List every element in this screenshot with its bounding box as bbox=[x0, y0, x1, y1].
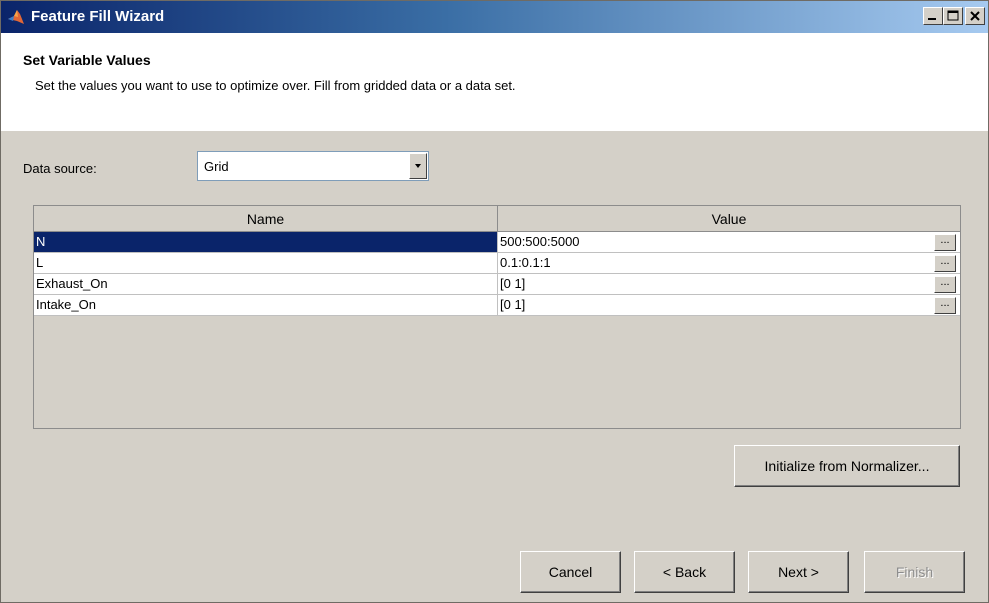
close-icon bbox=[970, 11, 980, 21]
title-bar[interactable]: Feature Fill Wizard bbox=[1, 1, 988, 33]
column-header-value[interactable]: Value bbox=[498, 206, 960, 232]
table-row[interactable]: L 0.1:0.1:1 ... bbox=[34, 253, 960, 274]
next-button[interactable]: Next > bbox=[748, 551, 849, 593]
matlab-icon bbox=[8, 10, 24, 24]
variable-value-cell[interactable]: 500:500:5000 ... bbox=[498, 232, 960, 253]
variable-name-cell[interactable]: Exhaust_On bbox=[34, 274, 498, 295]
variable-name-cell[interactable]: N bbox=[34, 232, 498, 253]
cancel-button-label: Cancel bbox=[548, 564, 593, 580]
finish-button-label: Finish bbox=[895, 564, 934, 580]
dropdown-button[interactable] bbox=[409, 153, 427, 179]
maximize-button[interactable] bbox=[943, 7, 963, 25]
chevron-down-icon bbox=[415, 164, 421, 168]
variable-name-cell[interactable]: L bbox=[34, 253, 498, 274]
finish-button[interactable]: Finish bbox=[864, 551, 965, 593]
cancel-button[interactable]: Cancel bbox=[520, 551, 621, 593]
minimize-button[interactable] bbox=[923, 7, 943, 25]
table-row[interactable]: N 500:500:5000 ... bbox=[34, 232, 960, 253]
table-row[interactable]: Exhaust_On [0 1] ... bbox=[34, 274, 960, 295]
step-title: Set Variable Values bbox=[23, 52, 151, 68]
variable-value-cell[interactable]: [0 1] ... bbox=[498, 274, 960, 295]
variable-value-text: [0 1] bbox=[500, 297, 526, 312]
initialize-from-normalizer-button[interactable]: Initialize from Normalizer... bbox=[734, 445, 960, 487]
variable-value-text: 500:500:5000 bbox=[500, 234, 580, 249]
back-button-label: < Back bbox=[662, 564, 707, 580]
maximize-icon bbox=[947, 10, 959, 21]
initialize-button-label: Initialize from Normalizer... bbox=[764, 458, 930, 474]
edit-value-button[interactable]: ... bbox=[934, 276, 956, 293]
feature-fill-wizard-window: Feature Fill Wizard Set Variable Values … bbox=[0, 0, 989, 603]
minimize-icon bbox=[928, 18, 936, 20]
table-row[interactable]: Intake_On [0 1] ... bbox=[34, 295, 960, 316]
variable-values-table: Name Value N 500:500:5000 ... L 0.1:0.1:… bbox=[33, 205, 961, 429]
edit-value-button[interactable]: ... bbox=[934, 255, 956, 272]
next-button-label: Next > bbox=[778, 564, 819, 580]
window-title: Feature Fill Wizard bbox=[31, 8, 165, 25]
edit-value-button[interactable]: ... bbox=[934, 297, 956, 314]
variable-value-cell[interactable]: [0 1] ... bbox=[498, 295, 960, 316]
close-button[interactable] bbox=[965, 7, 985, 25]
variable-value-cell[interactable]: 0.1:0.1:1 ... bbox=[498, 253, 960, 274]
header-divider bbox=[1, 129, 988, 131]
back-button[interactable]: < Back bbox=[634, 551, 735, 593]
data-source-dropdown[interactable]: Grid bbox=[197, 151, 429, 181]
step-description: Set the values you want to use to optimi… bbox=[35, 78, 516, 93]
data-source-selected: Grid bbox=[204, 159, 229, 174]
column-header-name[interactable]: Name bbox=[34, 206, 498, 232]
data-source-label: Data source: bbox=[23, 161, 97, 176]
variable-value-text: [0 1] bbox=[500, 276, 526, 291]
edit-value-button[interactable]: ... bbox=[934, 234, 956, 251]
wizard-header: Set Variable Values Set the values you w… bbox=[1, 33, 988, 130]
variable-name-cell[interactable]: Intake_On bbox=[34, 295, 498, 316]
variable-value-text: 0.1:0.1:1 bbox=[500, 255, 551, 270]
